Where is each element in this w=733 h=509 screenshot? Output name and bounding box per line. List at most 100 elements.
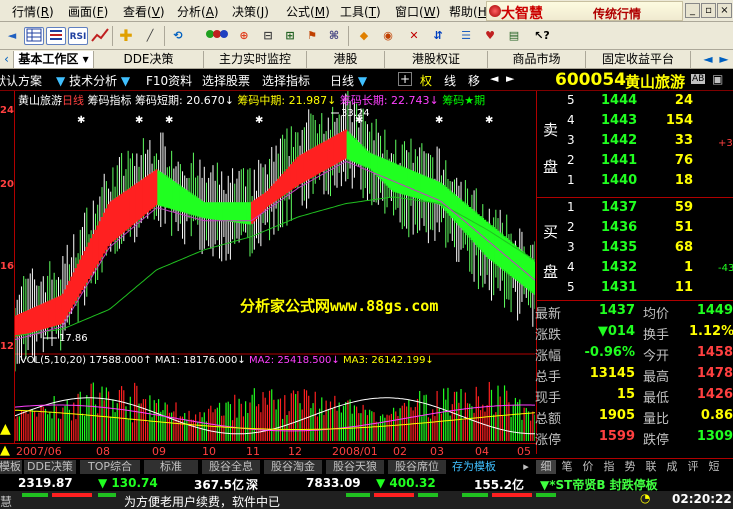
chart-icon[interactable] [204, 27, 230, 45]
order-price[interactable]: 1435 [601, 240, 637, 255]
table-icon[interactable]: ▤ [504, 27, 524, 45]
index-row: 2319.87 ▼ 130.74 367.5亿 深 7833.09 ▼ 400.… [0, 474, 733, 492]
delete-icon[interactable]: ✕ [404, 27, 424, 45]
tab-template[interactable]: 模板 [0, 460, 22, 474]
pointer-help-icon[interactable]: ↖? [532, 27, 552, 45]
tab-dde[interactable]: DDE决策 [94, 51, 204, 68]
menu-formula[interactable]: 公式(M) [286, 3, 330, 20]
tab-basic-workspace[interactable]: 基本工作区 ▾ [14, 51, 94, 68]
grid-icon[interactable] [24, 27, 44, 45]
tech-analysis-selector[interactable]: ▼ 技术分析 ▼ [56, 72, 130, 89]
move-button[interactable]: 移 [468, 72, 480, 89]
order-price[interactable]: 1441 [601, 153, 637, 168]
crosshair-icon[interactable]: ✚ [116, 27, 136, 45]
order-price[interactable]: 1437 [601, 200, 637, 215]
zoom-out-icon[interactable]: ⊟ [258, 27, 278, 45]
tab-stock-valley-seat[interactable]: 股谷席位 [388, 460, 446, 474]
tab-dde-decision[interactable]: DDE决策 [24, 460, 76, 474]
menu-view[interactable]: 查看(V) [123, 3, 165, 20]
rights-button[interactable]: 权 [420, 72, 432, 89]
sz-index: 7833.09 [306, 476, 361, 490]
order-price[interactable]: 1431 [601, 280, 637, 295]
panel-tab[interactable]: 联 [641, 460, 661, 474]
menu-window[interactable]: 窗口(W) [395, 3, 440, 20]
panel-tab[interactable]: 评 [683, 460, 703, 474]
period-selector[interactable]: 日线 ▼ [330, 72, 367, 89]
vol-legend-0: VOL(5,10,20) 17588.000↑ [20, 355, 152, 366]
trend-icon[interactable] [90, 27, 110, 45]
zoom-in-icon[interactable]: ⊕ [234, 27, 254, 45]
flag-icon[interactable]: ⚑ [302, 27, 322, 45]
back-icon[interactable]: ◄ [2, 27, 22, 45]
tab-commodities[interactable]: 商品市场 [488, 51, 586, 68]
panel-tab[interactable]: 短 [704, 460, 724, 474]
panel-tab[interactable]: 指 [599, 460, 619, 474]
tag-icon[interactable]: ⌘ [324, 27, 344, 45]
tab-stock-valley-full[interactable]: 股谷全息 [202, 460, 260, 474]
order-price[interactable]: 1440 [601, 173, 637, 188]
list-view-icon[interactable]: ☰ [456, 27, 476, 45]
close-button[interactable]: × [717, 3, 732, 18]
menu-analysis[interactable]: 分析(A) [177, 3, 219, 20]
menu-decision[interactable]: 决策(J) [232, 3, 269, 20]
tabs-next-icon[interactable]: ► [716, 51, 732, 68]
panel-tab[interactable]: 成 [662, 460, 682, 474]
order-price[interactable]: 1436 [601, 220, 637, 235]
price-chart[interactable]: ✱ ✱ ✱ ✱ ✱ ✱ ✱ 33.24 17.86 [15, 91, 535, 443]
tabs-prev-icon[interactable]: ◄ [700, 51, 716, 68]
order-level: 2 [567, 153, 575, 167]
tab-stock-valley-gold[interactable]: 股谷淘金 [264, 460, 322, 474]
panel-tab[interactable]: 细 [536, 460, 556, 474]
panel-tab[interactable]: 笔 [557, 460, 577, 474]
order-price[interactable]: 1442 [601, 133, 637, 148]
line-button[interactable]: 线 [444, 72, 456, 89]
forward-icon[interactable]: ⇵ [428, 27, 448, 45]
tab-hk-stocks[interactable]: 港股 [307, 51, 385, 68]
stat-label: 现手 [535, 391, 562, 406]
tab-save-template[interactable]: 存为模板 [446, 460, 502, 474]
panel-tab[interactable]: 势 [620, 460, 640, 474]
marquee-text: 为方便老用户续费，软件中已 [124, 495, 281, 509]
order-level: 2 [567, 220, 575, 234]
restore-button[interactable]: ▫ [701, 3, 716, 18]
filter-icon[interactable]: ◆ [354, 27, 374, 45]
menu-screen[interactable]: 画面(F) [68, 3, 108, 20]
ruler-icon[interactable]: ╱ [140, 27, 160, 45]
panel-toggle-icon[interactable]: ▣ [712, 72, 723, 86]
high-label: 33.24 [341, 108, 370, 119]
minimize-button[interactable]: _ [685, 3, 700, 18]
tab-fixed-income[interactable]: 固定收益平台 [586, 51, 691, 68]
cycle-icon[interactable]: ⟲ [168, 27, 188, 45]
tab-hk-warrants[interactable]: 港股权证 [385, 51, 488, 68]
list-icon[interactable] [46, 27, 66, 45]
panel-tab[interactable]: 价 [578, 460, 598, 474]
tab-stock-valley-wolf[interactable]: 股谷天狼 [326, 460, 384, 474]
tabs-next-icon[interactable]: ▸ [518, 460, 534, 474]
order-volume: 18 [674, 173, 693, 188]
add-window-button[interactable]: + [398, 72, 412, 86]
nav-left-icon[interactable]: ◄ [490, 72, 498, 85]
order-price[interactable]: 1432 [601, 260, 637, 275]
plugin-icon[interactable]: ◉ [378, 27, 398, 45]
nav-right-icon[interactable]: ► [506, 72, 514, 85]
stat-label: 最低 [643, 391, 670, 406]
select-stock-button[interactable]: 选择股票 [202, 72, 250, 89]
stat-label: 跌停 [643, 433, 670, 448]
f10-info-button[interactable]: F10资料 [146, 72, 192, 89]
order-price[interactable]: 1443 [601, 113, 637, 128]
network-icon[interactable]: ⊞ [280, 27, 300, 45]
scheme-selector[interactable]: 默认方案 [0, 72, 42, 89]
rsi-icon[interactable]: RSI [68, 27, 88, 45]
tab-top-overall[interactable]: TOP综合 [80, 460, 140, 474]
tab-scroll-icon[interactable]: ‹ [0, 51, 14, 68]
order-level: 1 [567, 173, 575, 187]
tab-main-monitor[interactable]: 主力实时监控 [204, 51, 307, 68]
date-label: 02 [393, 445, 407, 458]
order-price[interactable]: 1444 [601, 93, 637, 108]
menu-tools[interactable]: 工具(T) [340, 3, 381, 20]
heart-icon[interactable]: ♥ [480, 27, 500, 45]
tab-standard[interactable]: 标准 [144, 460, 198, 474]
vol-legend-1: MA1: 18176.000↓ [154, 355, 246, 366]
select-indicator-button[interactable]: 选择指标 [262, 72, 310, 89]
menu-quote[interactable]: 行情(R) [12, 3, 54, 20]
